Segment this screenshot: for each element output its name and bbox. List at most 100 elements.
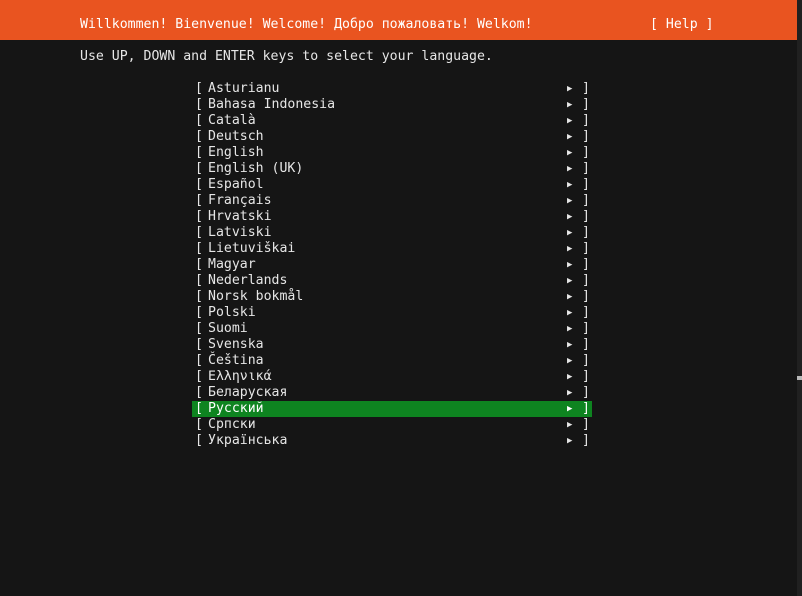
bracket-close: ]: [582, 417, 590, 432]
language-item[interactable]: [Norsk bokmål ▶]: [192, 289, 592, 305]
language-item[interactable]: [Українська ▶]: [192, 433, 592, 449]
language-label: Nederlands: [208, 273, 288, 288]
right-triangle-icon: ▶: [567, 228, 573, 238]
language-item[interactable]: [ Deutsch ▶]: [192, 129, 592, 145]
language-label: Hrvatski: [208, 209, 272, 224]
right-triangle-icon: ▶: [567, 132, 573, 142]
bracket-open: [: [195, 129, 203, 144]
bracket-close: ]: [582, 161, 590, 176]
scrollbar-track: [797, 0, 802, 596]
language-item[interactable]: [Suomi ▶]: [192, 321, 592, 337]
right-triangle-icon: ▶: [567, 100, 573, 110]
language-item[interactable]: [Polski ▶]: [192, 305, 592, 321]
language-item[interactable]: [Latviski ▶]: [192, 225, 592, 241]
language-item[interactable]: [Français ▶]: [192, 193, 592, 209]
language-item[interactable]: [Asturianu ▶]: [192, 81, 592, 97]
right-triangle-icon: ▶: [567, 436, 573, 446]
right-triangle-icon: ▶: [567, 180, 573, 190]
language-label: Magyar: [208, 257, 256, 272]
language-label: English (UK): [208, 161, 304, 176]
language-item[interactable]: [ Čeština ▶]: [192, 353, 592, 369]
bracket-close: ]: [582, 289, 590, 304]
bracket-close: ]: [582, 225, 590, 240]
bracket-close: ]: [582, 353, 590, 368]
bracket-open: [: [195, 273, 203, 288]
language-item-selected[interactable]: [Русский ▶]: [192, 401, 592, 417]
bracket-close: ]: [582, 209, 590, 224]
language-label: Беларуская: [208, 385, 288, 400]
bracket-close: ]: [582, 97, 590, 112]
help-button[interactable]: [ Help ]: [650, 16, 714, 33]
language-label: Norsk bokmål: [208, 289, 304, 304]
bracket-open: [: [195, 289, 203, 304]
right-triangle-icon: ▶: [567, 164, 573, 174]
bracket-open: [: [195, 385, 203, 400]
header-bar: Willkommen! Bienvenue! Welcome! Добро по…: [0, 0, 797, 40]
right-triangle-icon: ▶: [567, 244, 573, 254]
language-label: Svenska: [208, 337, 264, 352]
bracket-open: [: [195, 177, 203, 192]
right-triangle-icon: ▶: [567, 324, 573, 334]
right-triangle-icon: ▶: [567, 420, 573, 430]
language-list: [ Asturianu ▶] [ Bahasa Indonesia ▶] [ Català ▶]…: [192, 81, 592, 449]
bracket-close: ]: [582, 177, 590, 192]
welcome-title: Willkommen! Bienvenue! Welcome! Добро по…: [80, 17, 533, 32]
language-item[interactable]: [ Nederlands ▶]: [192, 273, 592, 289]
right-triangle-icon: ▶: [567, 84, 573, 94]
right-triangle-icon: ▶: [567, 148, 573, 158]
language-label: Français: [208, 193, 272, 208]
language-label: Asturianu: [208, 81, 280, 96]
language-label: Español: [208, 177, 264, 192]
right-triangle-icon: ▶: [567, 276, 573, 286]
language-item[interactable]: [Беларуская ▶]: [192, 385, 592, 401]
language-label: Deutsch: [208, 129, 264, 144]
language-item[interactable]: [Српски ▶]: [192, 417, 592, 433]
bracket-close: ]: [582, 385, 590, 400]
language-item[interactable]: [Hrvatski ▶]: [192, 209, 592, 225]
language-item[interactable]: [ Ελληνικά ▶]: [192, 369, 592, 385]
bracket-open: [: [195, 337, 203, 352]
bracket-close: ]: [582, 305, 590, 320]
bracket-close: ]: [582, 129, 590, 144]
language-label: Čeština: [208, 353, 264, 368]
instructions-text: Use UP, DOWN and ENTER keys to select yo…: [80, 49, 493, 64]
bracket-open: [: [195, 417, 203, 432]
language-item[interactable]: [English ▶]: [192, 145, 592, 161]
right-triangle-icon: ▶: [567, 196, 573, 206]
language-item[interactable]: [Svenska ▶]: [192, 337, 592, 353]
language-label: Ελληνικά: [208, 369, 272, 384]
bracket-open: [: [195, 97, 203, 112]
language-label: Українська: [208, 433, 288, 448]
bracket-open: [: [195, 353, 203, 368]
bracket-close: ]: [582, 321, 590, 336]
language-label: Lietuviškai: [208, 241, 296, 256]
right-triangle-icon: ▶: [567, 116, 573, 126]
scrollbar-thumb[interactable]: [797, 376, 802, 380]
bracket-close: ]: [582, 113, 590, 128]
bracket-open: [: [195, 113, 203, 128]
bracket-open: [: [195, 401, 203, 416]
bracket-close: ]: [582, 241, 590, 256]
bracket-close: ]: [582, 401, 590, 416]
bracket-close: ]: [582, 81, 590, 96]
bracket-close: ]: [582, 369, 590, 384]
language-item[interactable]: [ Bahasa Indonesia ▶]: [192, 97, 592, 113]
language-label: Català: [208, 113, 256, 128]
bracket-close: ]: [582, 193, 590, 208]
language-label: Bahasa Indonesia: [208, 97, 336, 112]
bracket-close: ]: [582, 145, 590, 160]
right-triangle-icon: ▶: [567, 212, 573, 222]
language-item[interactable]: [ Español ▶]: [192, 177, 592, 193]
bracket-close: ]: [582, 337, 590, 352]
language-item[interactable]: [Magyar ▶]: [192, 257, 592, 273]
language-label: Latviski: [208, 225, 272, 240]
bracket-open: [: [195, 305, 203, 320]
language-item[interactable]: [English (UK) ▶]: [192, 161, 592, 177]
right-triangle-icon: ▶: [567, 372, 573, 382]
language-item[interactable]: [ Català ▶]: [192, 113, 592, 129]
right-triangle-icon: ▶: [567, 356, 573, 366]
bracket-close: ]: [582, 273, 590, 288]
language-item[interactable]: [Lietuviškai ▶]: [192, 241, 592, 257]
bracket-open: [: [195, 369, 203, 384]
language-label: Suomi: [208, 321, 248, 336]
